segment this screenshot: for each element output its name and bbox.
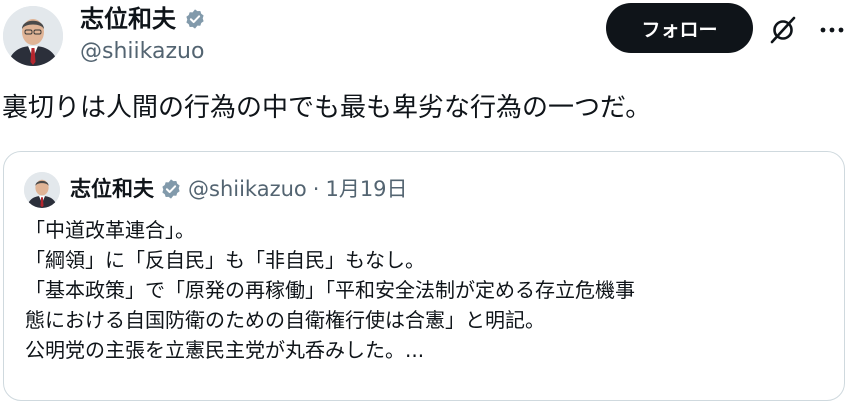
quoted-body: 「中道改革連合」。 「綱領」に「反自民」も「非自民」もなし。 「基本政策」で「原… <box>25 215 635 365</box>
quoted-line: 公明党の主張を立憲民主党が丸呑みした。... <box>25 338 425 362</box>
author-name-line: 志位和夫 <box>80 4 206 34</box>
author-handle[interactable]: @shiikazuo <box>80 38 204 66</box>
quoted-line: 「基本政策」で「原発の再稼働」「平和安全法制が定める存立危機事 <box>25 278 635 302</box>
author-display-name[interactable]: 志位和夫 <box>80 4 176 34</box>
quoted-line: 「中道改革連合」。 <box>25 218 195 242</box>
quoted-post[interactable]: 志位和夫 @shiikazuo · 1月19日 「中道改革連合」。 「綱領」に「… <box>3 151 845 401</box>
quoted-date[interactable]: 1月19日 <box>325 174 407 204</box>
quoted-display-name[interactable]: 志位和夫 <box>70 174 154 204</box>
verified-badge-icon[interactable] <box>184 8 206 30</box>
quoted-line: 「綱領」に「反自民」も「非自民」もなし。 <box>25 248 425 272</box>
quoted-line: 態における自国防衛のための自衛権行使は合憲」と明記。 <box>25 308 545 332</box>
quoted-verified-badge-icon <box>160 178 182 200</box>
more-icon[interactable] <box>817 18 847 42</box>
grok-icon[interactable] <box>768 15 798 45</box>
author-avatar[interactable] <box>3 6 63 66</box>
post-text: 裏切りは人間の行為の中でも最も卑劣な行為の一つだ。 <box>2 93 652 123</box>
follow-button[interactable]: フォロー <box>606 3 753 53</box>
quoted-author-avatar[interactable] <box>24 172 60 208</box>
quoted-handle[interactable]: @shiikazuo <box>188 174 307 204</box>
quoted-header: 志位和夫 @shiikazuo · 1月19日 <box>70 174 408 204</box>
quoted-separator: · <box>312 177 320 201</box>
